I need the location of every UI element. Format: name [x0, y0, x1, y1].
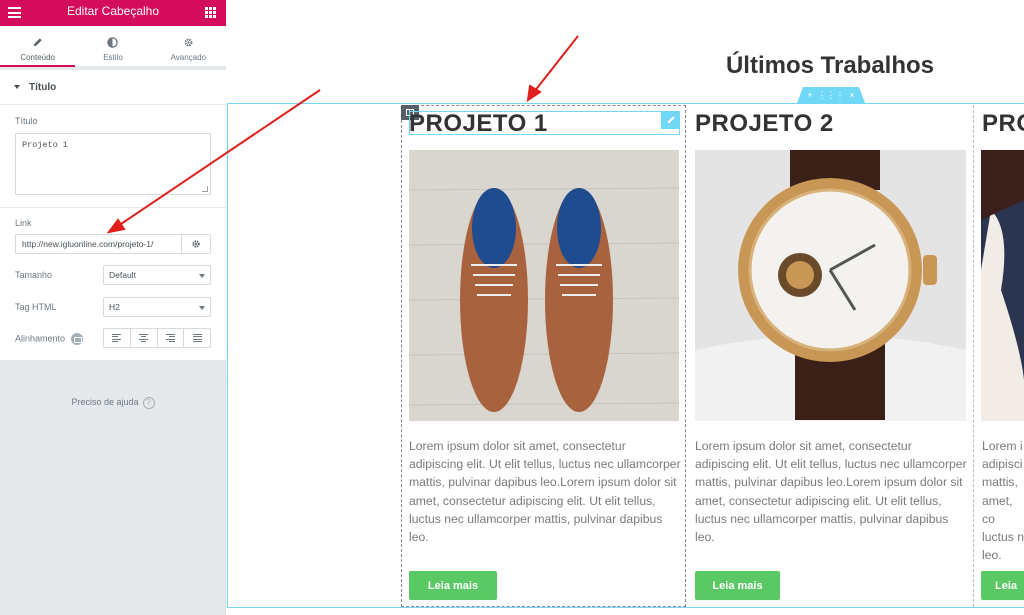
card-text: Lorem ipsum dolor sit amet, consectetur … — [695, 439, 967, 545]
chevron-down-icon — [199, 306, 205, 310]
html-tag-value: H2 — [109, 302, 120, 312]
section-toggle-title[interactable]: Título — [0, 70, 226, 105]
delete-section-icon[interactable]: × — [849, 90, 854, 100]
pencil-icon — [667, 116, 675, 124]
pencil-icon — [0, 35, 75, 49]
size-select[interactable]: Default — [103, 265, 211, 285]
link-label: Link — [15, 218, 32, 228]
size-value: Default — [109, 270, 136, 280]
widgets-grid-icon[interactable] — [205, 7, 216, 18]
gear-icon — [192, 240, 200, 248]
card-title[interactable]: PROJETO 2 — [695, 110, 834, 138]
read-more-button[interactable]: Leia — [981, 571, 1024, 600]
size-label: Tamanho — [15, 270, 53, 280]
tab-label: Avançado — [170, 53, 207, 62]
html-tag-select[interactable]: H2 — [103, 297, 211, 317]
read-more-button[interactable]: Leia mais — [409, 571, 497, 600]
tab-style[interactable]: Estilo — [75, 26, 150, 66]
link-options-button[interactable] — [181, 234, 211, 254]
title-value: Projeto 1 — [22, 140, 68, 150]
help-link[interactable]: Preciso de ajuda? — [0, 397, 226, 409]
align-justify-icon — [192, 333, 202, 343]
help-text: Preciso de ajuda — [71, 397, 139, 407]
section-handle[interactable]: + ⋮⋮⋮ × — [797, 87, 865, 103]
heading-selection-outline — [409, 111, 680, 135]
add-section-icon[interactable]: + — [807, 90, 812, 100]
align-left-icon — [112, 333, 122, 343]
editor-sidebar: Editar Cabeçalho Conteúdo Estilo Avançad… — [0, 0, 226, 615]
help-question-icon: ? — [142, 397, 155, 409]
section-heading: Título — [29, 82, 57, 93]
divider — [0, 207, 226, 208]
edit-widget-button[interactable] — [661, 111, 680, 129]
link-input[interactable]: http://new.igluonline.com/projeto-1/ — [15, 234, 182, 254]
card-title[interactable]: PRO — [982, 110, 1024, 138]
card-image-shoes — [409, 150, 679, 421]
half-circle-icon — [75, 35, 150, 49]
tab-content[interactable]: Conteúdo — [0, 26, 76, 67]
sidebar-header: Editar Cabeçalho — [0, 0, 226, 26]
align-center-icon — [139, 333, 149, 343]
align-center-button[interactable] — [131, 329, 158, 347]
card-image-3 — [981, 150, 1024, 421]
card-text: Lorem ipsum dolor sit amet, consectetur … — [409, 439, 681, 545]
caret-down-icon — [14, 85, 20, 89]
card-image-watch — [695, 150, 966, 421]
responsive-desktop-icon[interactable] — [70, 333, 83, 345]
gear-icon — [151, 35, 226, 49]
tab-advanced[interactable]: Avançado — [151, 26, 226, 66]
panel-title: Editar Cabeçalho — [66, 4, 160, 18]
alignment-buttons — [103, 328, 211, 348]
tab-label: Conteúdo — [20, 53, 56, 62]
align-left-button[interactable] — [104, 329, 131, 347]
controls-panel: Título Título Projeto 1 Link http://new.… — [0, 70, 226, 360]
tab-label: Estilo — [103, 53, 123, 62]
title-label: Título — [15, 116, 38, 126]
drag-section-icon[interactable]: ⋮⋮⋮ — [817, 90, 844, 101]
chevron-down-icon — [199, 274, 205, 278]
alignment-label-text: Alinhamento — [15, 333, 66, 344]
align-right-button[interactable] — [158, 329, 185, 347]
read-more-button[interactable]: Leia mais — [695, 571, 780, 600]
panel-tabs: Conteúdo Estilo Avançado — [0, 26, 226, 67]
resize-grip-icon[interactable] — [202, 186, 208, 192]
card-text: Lorem i adipisci mattis, amet, co luctus… — [982, 439, 1024, 563]
align-justify-button[interactable] — [184, 329, 210, 347]
html-tag-label: Tag HTML — [15, 302, 57, 312]
alignment-label: Alinhamento — [15, 333, 83, 345]
align-right-icon — [165, 333, 175, 343]
title-textarea[interactable]: Projeto 1 — [15, 133, 211, 195]
section-heading: Últimos Trabalhos — [725, 52, 935, 79]
